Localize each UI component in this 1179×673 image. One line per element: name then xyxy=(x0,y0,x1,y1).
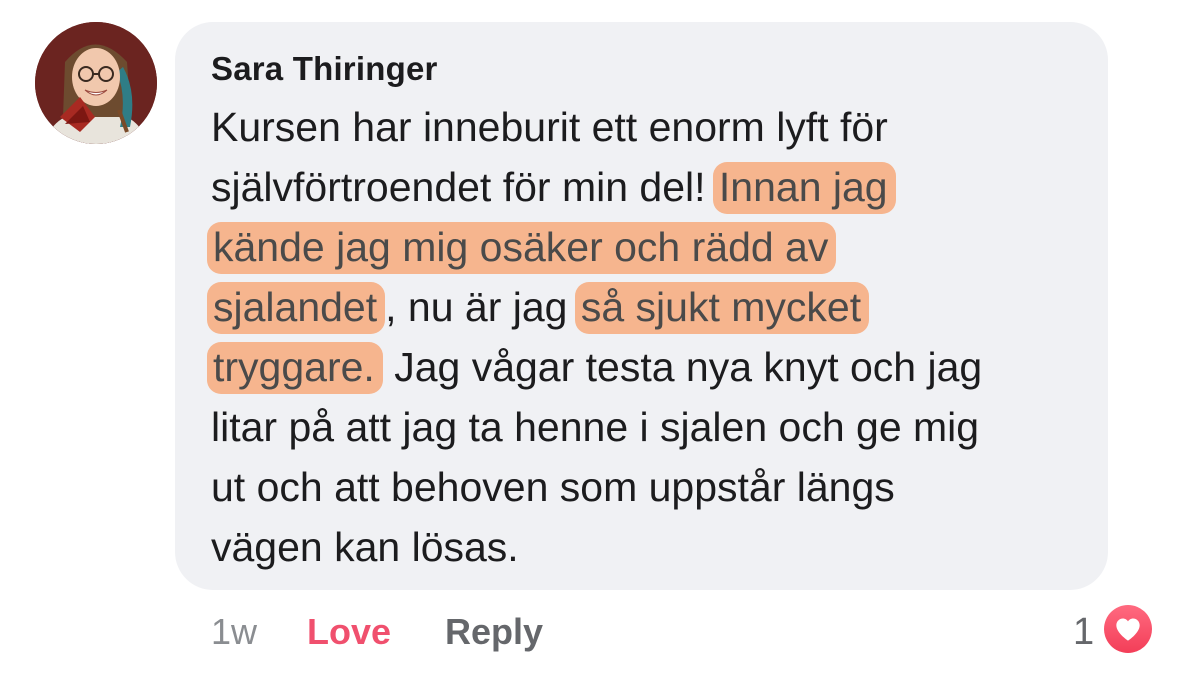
comment-line: kände jag mig osäker och rädd av xyxy=(207,217,1091,277)
reaction-count[interactable]: 1 xyxy=(1073,608,1094,656)
comment-text-segment: Kursen har inneburit ett enorm lyft för xyxy=(211,104,888,150)
highlighted-text: så sjukt mycket xyxy=(574,282,870,334)
comment-text-segment: ut och att behoven som uppstår längs xyxy=(211,464,895,510)
comment-text-segment: Jag vågar testa nya knyt och jag xyxy=(382,344,983,390)
highlighted-text: sjalandet xyxy=(207,282,386,334)
heart-icon xyxy=(1104,605,1152,653)
comment-line: Kursen har inneburit ett enorm lyft för xyxy=(211,97,1091,157)
comment-line: tryggare. Jag vågar testa nya knyt och j… xyxy=(207,337,1091,397)
reaction-badge[interactable] xyxy=(1101,602,1155,656)
avatar[interactable] xyxy=(35,22,157,144)
comment-author[interactable]: Sara Thiringer xyxy=(211,50,438,88)
comment-text-segment: , nu är jag xyxy=(385,284,579,330)
comment-text-segment: självförtroendet för min del! xyxy=(211,164,717,210)
comment-timestamp[interactable]: 1w xyxy=(211,608,307,656)
comment-text: Kursen har inneburit ett enorm lyft för s… xyxy=(207,97,1091,577)
reply-button[interactable]: Reply xyxy=(445,608,543,656)
highlighted-text: kände jag mig osäker och rädd av xyxy=(207,222,837,274)
avatar-photo xyxy=(35,22,157,144)
highlighted-text: tryggare. xyxy=(207,342,383,394)
comment-text-segment: litar på att jag ta henne i sjalen och g… xyxy=(211,404,980,450)
comment-line: ut och att behoven som uppstår längs xyxy=(211,457,1091,517)
comment-line: sjalandet, nu är jag så sjukt mycket xyxy=(207,277,1091,337)
highlighted-text: Innan jag xyxy=(712,162,896,214)
love-button[interactable]: Love xyxy=(307,608,445,656)
comment-line: vägen kan lösas. xyxy=(211,517,1091,577)
comment-line: litar på att jag ta henne i sjalen och g… xyxy=(211,397,1091,457)
comment-text-segment: vägen kan lösas. xyxy=(211,524,519,570)
comment-line: självförtroendet för min del! Innan jag xyxy=(211,157,1091,217)
comment-actions: 1w Love Reply xyxy=(211,608,543,656)
